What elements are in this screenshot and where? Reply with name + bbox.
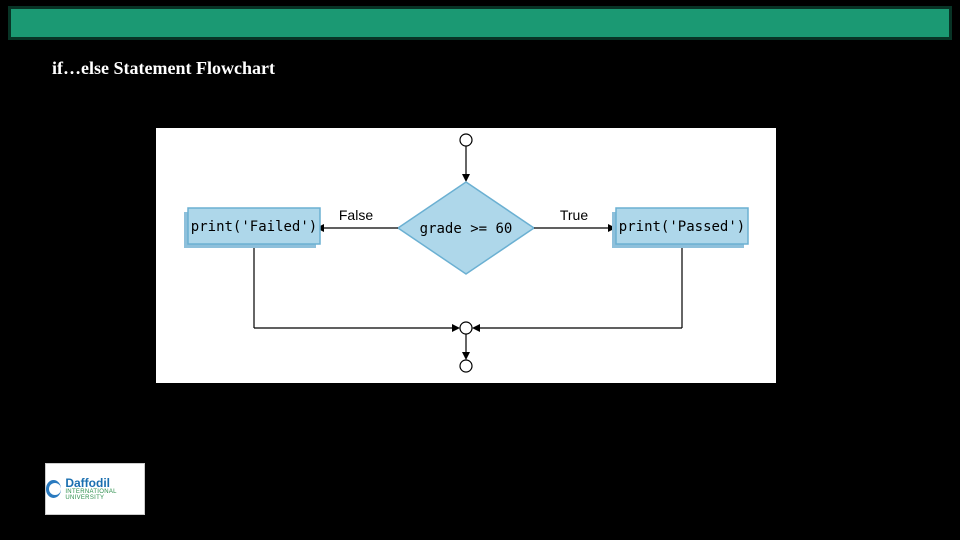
flowchart-diagram: grade >= 60 False True print('Failed') p… (156, 128, 776, 383)
false-label: False (339, 207, 373, 223)
true-label: True (560, 207, 588, 223)
end-node (460, 360, 472, 372)
true-action-box: print('Passed') (612, 208, 748, 248)
logo-icon (46, 480, 61, 498)
false-action-text: print('Failed') (191, 219, 317, 235)
start-node (460, 134, 472, 146)
logo-subtitle: INTERNATIONAL UNIVERSITY (65, 489, 144, 501)
slide-title: if…else Statement Flowchart (52, 58, 275, 79)
logo-name: Daffodil (65, 477, 144, 489)
true-action-text: print('Passed') (619, 219, 745, 235)
university-logo: Daffodil INTERNATIONAL UNIVERSITY (45, 463, 145, 515)
title-bar (8, 6, 952, 40)
condition-text: grade >= 60 (420, 221, 513, 237)
merge-node (460, 322, 472, 334)
false-action-box: print('Failed') (184, 208, 320, 248)
